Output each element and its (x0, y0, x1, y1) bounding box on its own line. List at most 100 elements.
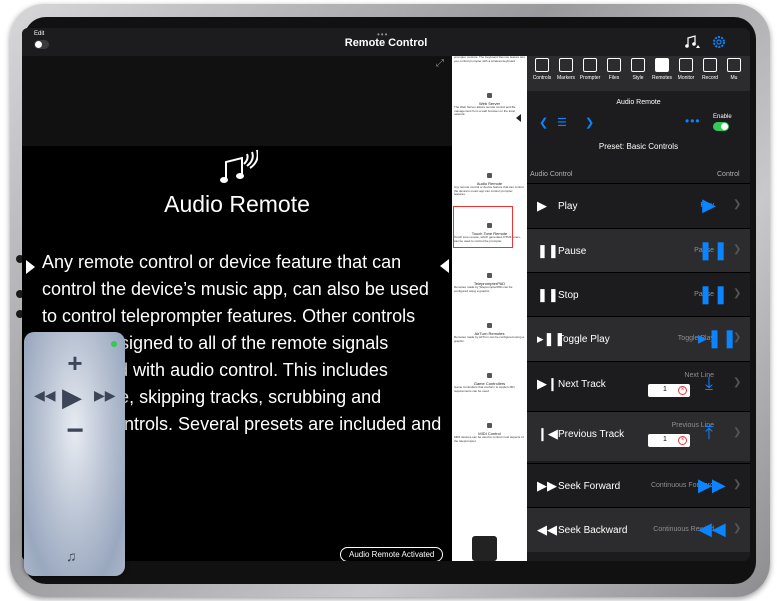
preview-title: AirTurn Remotes (474, 331, 505, 336)
marker-icon (559, 58, 573, 72)
record-icon (703, 58, 717, 72)
stop-icon: ❚❚ (537, 287, 559, 302)
row-play[interactable]: ▶ Play Play ▶ ❯ (527, 183, 750, 228)
seek-backward-visual-icon: ◀◀ (698, 519, 726, 539)
tab-label: Files (608, 75, 620, 81)
script-preview[interactable]: prompter controls. The Keyboard Remote f… (452, 56, 527, 561)
tab-style[interactable]: Style (626, 58, 650, 81)
title-bar: Edit ••• Remote Control (22, 28, 750, 56)
row-label: Seek Forward (558, 481, 621, 492)
section-title: Audio Remote (616, 99, 661, 106)
tab-bar: Controls Markers Prompter Files Style Remotes… (527, 56, 750, 91)
tab-remotes[interactable]: Remotes (650, 58, 674, 81)
tab-label: Record (701, 75, 719, 81)
line-count-value: 1 (663, 386, 667, 393)
preview-marker-icon (516, 114, 521, 122)
previous-track-visual-icon: ⤒ (705, 423, 713, 443)
expand-icon[interactable]: ⤢ (436, 58, 444, 69)
chevron-right-icon: ❯ (733, 479, 742, 490)
line-count-field[interactable]: 1 × (648, 384, 690, 397)
preview-title: Audio Remote (476, 181, 503, 186)
current-position-highlight (453, 206, 513, 248)
tab-files[interactable]: Files (602, 58, 626, 81)
next-track-visual-icon: ⤓ (705, 373, 713, 393)
chevron-right-icon: ❯ (733, 244, 742, 255)
preview-scrubber[interactable] (472, 536, 497, 561)
chevron-right-icon: ❯ (733, 523, 742, 534)
tab-label: Monitor (677, 75, 695, 81)
tab-label: Markers (556, 75, 576, 81)
preset-label[interactable]: Preset: Basic Controls (527, 142, 750, 151)
tab-label: Style (632, 75, 644, 81)
status-led (111, 341, 117, 347)
chevron-right-icon[interactable]: ❯ (585, 116, 594, 129)
play-icon[interactable]: ▶ (62, 382, 82, 413)
settings-panel: Controls Markers Prompter Files Style Remotes… (527, 56, 750, 561)
tab-monitor[interactable]: Monitor (674, 58, 698, 81)
prompter-heading: Audio Remote (164, 191, 310, 217)
gear-icon[interactable] (711, 34, 727, 50)
row-seek-forward[interactable]: ▶▶ Seek Forward Continuous Forward ▶▶ ❯ (527, 463, 750, 508)
floating-remote[interactable]: + ◀◀ ▶ ▶▶ − ♫ (24, 332, 125, 576)
fast-forward-icon[interactable]: ▶▶ (94, 387, 116, 404)
music-icon (727, 58, 741, 72)
music-note-icon: ♫ (66, 548, 77, 564)
row-label: Pause (558, 246, 587, 257)
chevron-right-icon: ❯ (733, 288, 742, 299)
preview-title: TeleprompterPAD (473, 281, 506, 286)
prompter-icon (583, 58, 597, 72)
row-next-track[interactable]: ▶❙ Next Track Next Line ⤓ ❯ 1 × (527, 361, 750, 411)
clear-icon[interactable]: × (678, 436, 687, 445)
clear-icon[interactable]: × (678, 386, 687, 395)
tab-markers[interactable]: Markers (554, 58, 578, 81)
preview-paragraph: Remotes made by TeleprompterPAD can be c… (454, 286, 513, 293)
more-icon[interactable]: ••• (685, 114, 701, 128)
preview-title: Game Controllers (473, 381, 506, 386)
preview-title: Web Server (478, 101, 501, 106)
seek-forward-icon: ▶▶ (537, 478, 557, 493)
tab-mu[interactable]: Mu (722, 58, 746, 81)
prompter-top-area (22, 56, 452, 146)
stop-visual-icon: ❚❚ (698, 284, 729, 304)
chevron-right-icon: ❯ (733, 199, 742, 210)
next-track-icon: ▶❙ (537, 376, 558, 391)
row-toggle-play[interactable]: ▸❚❚ Toggle Play Toggle Play ▸❚❚ ❯ (527, 316, 750, 361)
seek-backward-icon: ◀◀ (537, 522, 557, 537)
volume-down-button[interactable]: − (60, 414, 90, 448)
left-marker-icon (26, 260, 35, 274)
sliders-icon[interactable]: ☰ (557, 116, 567, 129)
rewind-icon[interactable]: ◀◀ (34, 387, 56, 404)
volume-up-button[interactable]: + (60, 348, 90, 379)
controls-icon (535, 58, 549, 72)
play-visual-icon: ▶ (702, 195, 716, 215)
files-icon (607, 58, 621, 72)
tab-label: Remotes (651, 75, 672, 81)
chevron-left-icon[interactable]: ❮ (539, 116, 548, 129)
app-screen: Edit ••• Remote Control ⤢ Audio Remote A… (22, 28, 750, 561)
line-count-field[interactable]: 1 × (648, 434, 690, 447)
status-badge: Audio Remote Activated (340, 547, 444, 561)
music-cast-icon[interactable] (684, 34, 700, 50)
tab-label: Mu (730, 75, 738, 81)
remotes-icon (655, 58, 669, 72)
row-previous-track[interactable]: ❙◀ Previous Track Previous Line ⤒ ❯ 1 × (527, 411, 750, 461)
row-seek-backward[interactable]: ◀◀ Seek Backward Continuous Rewind ◀◀ ❯ (527, 507, 750, 552)
line-count-value: 1 (663, 436, 667, 443)
chevron-right-icon: ❯ (733, 377, 742, 388)
row-stop[interactable]: ❚❚ Stop Pause ❚❚ ❯ (527, 272, 750, 317)
row-label: Previous Track (558, 429, 625, 440)
tab-prompter[interactable]: Prompter (578, 58, 602, 81)
preview-paragraph: prompter controls. The Keyboard Remote f… (454, 56, 525, 63)
tab-controls[interactable]: Controls (530, 58, 554, 81)
preview-title: MIDI Control (478, 431, 501, 436)
tab-label: Controls (532, 75, 552, 81)
style-icon (631, 58, 645, 72)
preview-paragraph: Remotes made by AirTurn can be configure… (454, 336, 524, 343)
row-label: Next Track (558, 379, 606, 390)
tab-label: Prompter (579, 75, 601, 81)
pause-visual-icon: ❚❚ (698, 240, 729, 260)
enable-toggle[interactable] (713, 122, 729, 131)
row-pause[interactable]: ❚❚ Pause Pause ❚❚ ❯ (527, 228, 750, 273)
tab-record[interactable]: Record (698, 58, 722, 81)
previous-track-icon: ❙◀ (537, 426, 558, 441)
